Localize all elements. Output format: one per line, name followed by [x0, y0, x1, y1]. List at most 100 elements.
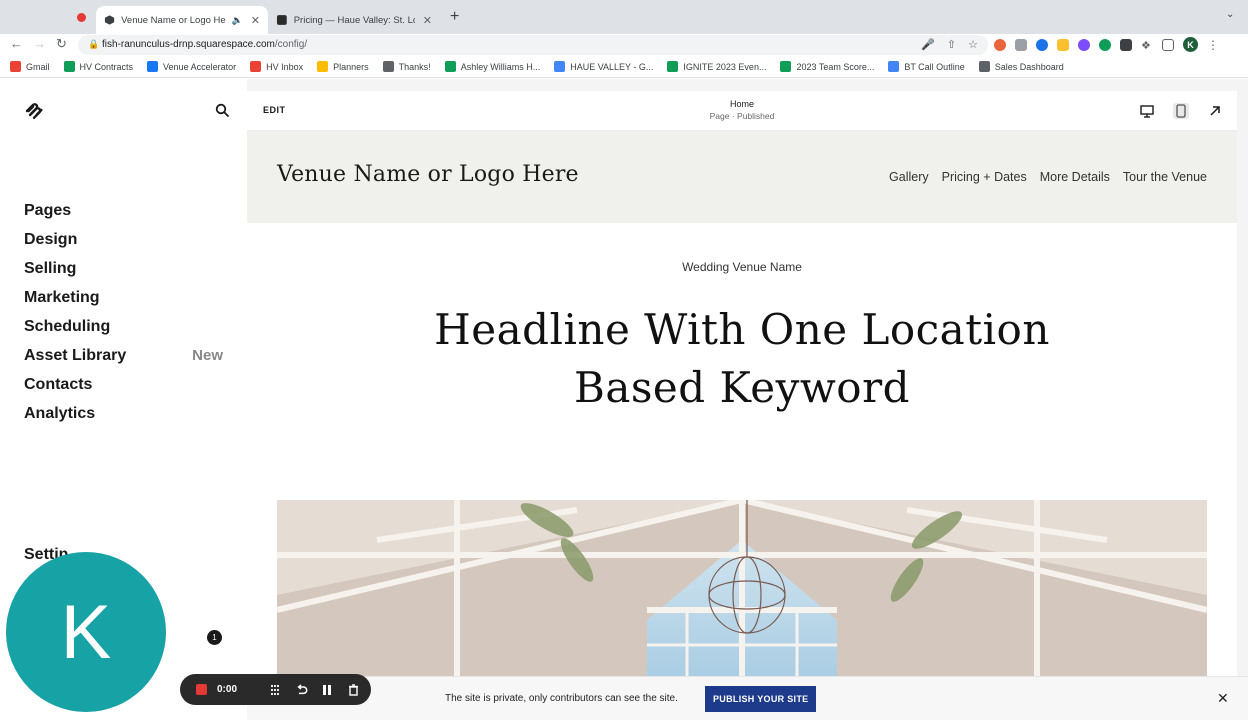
- sidebar-item-pages[interactable]: Pages: [24, 196, 223, 225]
- sidebar-item-label: Marketing: [24, 288, 100, 306]
- bookmark-favicon-icon: [780, 61, 792, 72]
- new-badge: New: [192, 347, 223, 364]
- sidebar-item-label: Pages: [24, 201, 72, 219]
- editor-toolbar: EDIT Home Page · Published: [247, 91, 1237, 131]
- close-tab-icon[interactable]: ✕: [251, 14, 260, 27]
- address-bar[interactable]: 🔒 fish-ranunculus-drnp.squarespace.com/c…: [78, 35, 988, 55]
- extension-icon[interactable]: [994, 38, 1006, 51]
- undo-icon[interactable]: [293, 682, 309, 698]
- close-tab-icon[interactable]: ✕: [423, 14, 432, 27]
- extension-icon[interactable]: [1057, 38, 1069, 51]
- bookmark-item[interactable]: HV Contracts: [63, 61, 134, 72]
- sidebar-item-marketing[interactable]: Marketing: [24, 283, 223, 312]
- more-options-icon[interactable]: ⋮: [1207, 38, 1219, 52]
- tab-title: Venue Name or Logo Here: [121, 14, 226, 26]
- bookmark-favicon-icon: [667, 61, 679, 72]
- webcam-avatar: K: [6, 552, 166, 712]
- sidebar-item-label: Asset Library: [24, 346, 127, 364]
- pause-icon[interactable]: [319, 682, 335, 698]
- browser-tabstrip: Venue Name or Logo Here 🔈 ✕ Pricing — Ha…: [0, 0, 1248, 34]
- extension-icon[interactable]: [1015, 38, 1027, 51]
- sidebar-item-selling[interactable]: Selling: [24, 254, 223, 283]
- bookmark-item[interactable]: Sales Dashboard: [978, 61, 1064, 72]
- bookmark-item[interactable]: Venue Accelerator: [147, 61, 236, 72]
- side-panel-icon[interactable]: [1162, 38, 1174, 51]
- site-nav-link[interactable]: Gallery: [889, 170, 929, 184]
- audio-playing-icon[interactable]: 🔈: [232, 15, 243, 26]
- bookmark-item[interactable]: Planners: [317, 61, 369, 72]
- tab-venue-home[interactable]: Venue Name or Logo Here 🔈 ✕: [96, 6, 268, 34]
- private-site-banner: The site is private, only contributors c…: [247, 676, 1248, 720]
- bookmark-favicon-icon: [978, 61, 990, 72]
- url-text[interactable]: fish-ranunculus-drnp.squarespace.com/con…: [102, 39, 307, 50]
- site-preview[interactable]: Venue Name or Logo Here Gallery Pricing +…: [247, 131, 1237, 720]
- bookmark-favicon-icon: [554, 61, 566, 72]
- desktop-view-icon[interactable]: [1139, 103, 1155, 119]
- bookmark-label: IGNITE 2023 Even...: [683, 61, 767, 72]
- chevron-down-icon[interactable]: ⌄: [1226, 9, 1234, 20]
- bookmark-star-icon[interactable]: ☆: [968, 38, 978, 51]
- forward-icon[interactable]: →: [33, 36, 46, 51]
- extension-icon[interactable]: [1078, 38, 1090, 51]
- drag-handle-icon[interactable]: [267, 682, 283, 698]
- lock-icon[interactable]: 🔒: [88, 39, 99, 50]
- hero-venue-image[interactable]: [277, 500, 1207, 680]
- url-host: fish-ranunculus-drnp.squarespace.com: [102, 39, 275, 50]
- reload-icon[interactable]: ↻: [56, 36, 67, 52]
- bookmark-item[interactable]: IGNITE 2023 Even...: [667, 61, 766, 72]
- squarespace-favicon-icon: [104, 15, 115, 25]
- bookmark-item[interactable]: Ashley Williams H...: [444, 61, 540, 72]
- sidebar-item-label: Analytics: [24, 404, 96, 422]
- sidebar-item-analytics[interactable]: Analytics: [24, 399, 223, 428]
- bookmark-item[interactable]: HAUE VALLEY - G...: [554, 61, 653, 72]
- extension-icon[interactable]: [1036, 38, 1048, 51]
- bookmark-item[interactable]: HV Inbox: [250, 61, 303, 72]
- site-nav-link[interactable]: More Details: [1040, 170, 1110, 184]
- publish-site-button[interactable]: PUBLISH YOUR SITE: [705, 686, 817, 712]
- close-icon[interactable]: ✕: [1217, 690, 1229, 707]
- sidebar-item-label: Selling: [24, 259, 77, 277]
- sidebar-item-scheduling[interactable]: Scheduling: [24, 312, 223, 341]
- notification-badge[interactable]: 1: [207, 630, 222, 645]
- squarespace-logo-icon[interactable]: [24, 101, 44, 121]
- bookmark-item[interactable]: Thanks!: [382, 61, 431, 72]
- trash-icon[interactable]: [345, 682, 361, 698]
- microphone-icon[interactable]: 🎤: [921, 38, 935, 51]
- bookmark-label: Planners: [333, 61, 369, 72]
- bookmark-label: HV Inbox: [266, 61, 304, 72]
- headline-line: Based Keyword: [573, 363, 911, 412]
- sidebar-item-design[interactable]: Design: [24, 225, 223, 254]
- page-headline[interactable]: Headline With One Location Based Keyword: [392, 301, 1092, 417]
- sidebar-item-label: Contacts: [24, 375, 93, 393]
- share-icon[interactable]: ⇧: [947, 38, 956, 51]
- new-tab-icon[interactable]: +: [450, 8, 459, 26]
- open-external-arrow-icon[interactable]: [1207, 103, 1223, 119]
- bookmark-label: Venue Accelerator: [163, 61, 237, 72]
- bookmark-item[interactable]: 2023 Team Score...: [780, 61, 874, 72]
- puzzle-extensions-icon[interactable]: ❖: [1141, 39, 1153, 52]
- site-nav-link[interactable]: Pricing + Dates: [942, 170, 1027, 184]
- sidebar-item-asset-library[interactable]: Asset Library New: [24, 341, 223, 370]
- search-icon[interactable]: [215, 103, 229, 117]
- profile-avatar[interactable]: K: [1183, 37, 1198, 52]
- tab-title: Pricing — Haue Valley: St. Loui: [293, 14, 415, 26]
- bookmark-item[interactable]: Gmail: [10, 61, 50, 72]
- site-logo[interactable]: Venue Name or Logo Here: [277, 162, 579, 187]
- url-path: /config/: [274, 39, 308, 50]
- tab-pricing[interactable]: Pricing — Haue Valley: St. Loui ✕: [268, 6, 440, 34]
- venue-name-subtitle[interactable]: Wedding Venue Name: [247, 260, 1237, 274]
- extensions-area: ❖ K ⋮: [994, 37, 1219, 52]
- sidebar-item-contacts[interactable]: Contacts: [24, 370, 223, 399]
- stop-recording-icon[interactable]: [196, 684, 207, 695]
- mobile-view-icon[interactable]: [1173, 103, 1189, 119]
- bookmark-label: Gmail: [26, 61, 50, 72]
- bookmark-label: HV Contracts: [79, 61, 134, 72]
- site-header[interactable]: Venue Name or Logo Here Gallery Pricing +…: [247, 131, 1237, 223]
- sidebar-item-label: Scheduling: [24, 317, 111, 335]
- site-nav-link[interactable]: Tour the Venue: [1123, 170, 1207, 184]
- grammarly-icon[interactable]: [1099, 38, 1111, 51]
- private-site-message: The site is private, only contributors c…: [445, 693, 678, 704]
- extension-icon[interactable]: [1120, 38, 1132, 51]
- bookmark-item[interactable]: BT Call Outline: [888, 61, 965, 72]
- back-icon[interactable]: ←: [10, 36, 23, 51]
